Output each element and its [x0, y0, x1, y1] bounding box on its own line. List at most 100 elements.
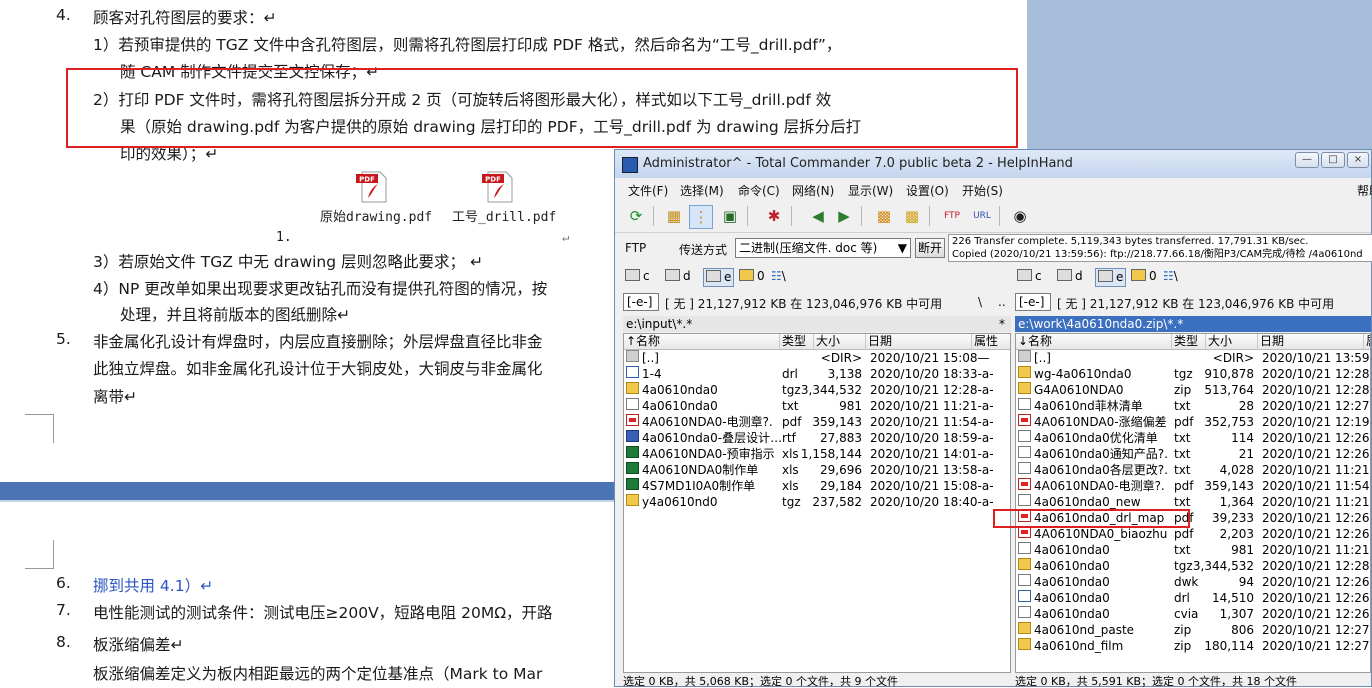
file-icon: [1018, 430, 1031, 442]
file-row[interactable]: y4a0610nd0 tgz 237,582 2020/10/20 18:40-a-: [624, 494, 1010, 510]
up-icon: [626, 350, 639, 362]
left-path-bar[interactable]: e:\input\*.* *: [623, 316, 1011, 332]
column-header: ↑名称 类型 大小 日期 属性: [624, 334, 1010, 350]
title-bar[interactable]: Administrator^ - Total Commander 7.0 pub…: [615, 150, 1371, 178]
file-row[interactable]: 4a0610nda0-叠层设计… rtf 27,883 2020/10/20 18:5…: [624, 430, 1010, 446]
drive-c-button[interactable]: c: [1017, 268, 1042, 285]
file-row[interactable]: 4a0610nd_film zip 180,114 2020/10/21 12:27: [1016, 638, 1370, 654]
file-row[interactable]: 4a0610nda0_new txt 1,364 2020/10/21 11:21: [1016, 494, 1370, 510]
left-drive-select[interactable]: [-e-]: [623, 293, 659, 311]
drive-e-button[interactable]: e: [1095, 268, 1127, 287]
column-type[interactable]: 类型: [1172, 334, 1206, 349]
file-row[interactable]: [..] <DIR> 2020/10/21 13:59: [1016, 350, 1370, 366]
column-name[interactable]: ↓名称: [1016, 334, 1172, 349]
brief-view-icon[interactable]: ▦: [663, 205, 685, 227]
file-row[interactable]: 4a0610nd_paste zip 806 2020/10/21 12:27: [1016, 622, 1370, 638]
file-ext: xls: [782, 463, 799, 477]
file-row[interactable]: 4a0610nda0 tgz 3,344,532 2020/10/21 12:28: [1016, 558, 1370, 574]
file-size: 28: [1238, 399, 1254, 413]
network-drive-button[interactable]: ☷\: [771, 268, 786, 285]
total-commander-window: Administrator^ - Total Commander 7.0 pub…: [614, 149, 1372, 688]
drive-c-button[interactable]: c: [625, 268, 650, 285]
list-number: 8.: [56, 633, 71, 651]
column-date[interactable]: 日期: [1258, 334, 1364, 349]
back-arrow-icon[interactable]: ◀: [807, 205, 829, 227]
ftp-log[interactable]: 226 Transfer complete. 5,119,343 bytes t…: [948, 234, 1372, 262]
file-row[interactable]: 4a0610nda0优化清单 txt 114 2020/10/21 12:26: [1016, 430, 1370, 446]
zip-icon: [1018, 382, 1031, 394]
menu-network[interactable]: 网络(N): [792, 182, 834, 199]
detail-view-icon[interactable]: ⋮: [689, 205, 713, 229]
file-row[interactable]: 4A0610NDA0制作单 xls 29,696 2020/10/21 13:58-a…: [624, 462, 1010, 478]
minimize-button[interactable]: —: [1295, 152, 1319, 168]
column-type[interactable]: 类型: [780, 334, 814, 349]
file-row[interactable]: G4A0610NDA0 zip 513,764 2020/10/21 12:28: [1016, 382, 1370, 398]
file-row[interactable]: 4a0610nda0 txt 981 2020/10/21 11:21: [1016, 542, 1370, 558]
menu-start[interactable]: 开始(S): [962, 182, 1003, 199]
pack-files-icon[interactable]: ▩: [873, 205, 895, 227]
column-attr[interactable]: 属性: [972, 334, 1010, 349]
forward-arrow-icon[interactable]: ▶: [833, 205, 855, 227]
column-size[interactable]: 大小: [1206, 334, 1258, 349]
find-files-icon[interactable]: ◉: [1009, 205, 1031, 227]
file-row[interactable]: 4a0610nd菲林清单 txt 28 2020/10/21 12:27: [1016, 398, 1370, 414]
menu-view[interactable]: 显示(W): [848, 182, 893, 199]
file-row[interactable]: 4A0610NDA0_biaozhu pdf 2,203 2020/10/21 12:…: [1016, 526, 1370, 542]
menu-help[interactable]: 帮助: [1357, 182, 1372, 199]
close-button[interactable]: ×: [1347, 152, 1369, 168]
file-row[interactable]: 4A0610NDA0-电测章?. pdf 359,143 2020/10/21 11:…: [624, 414, 1010, 430]
menu-select[interactable]: 选择(M): [680, 182, 724, 199]
disconnect-button[interactable]: 断开: [915, 238, 945, 258]
right-drive-select[interactable]: [-e-]: [1015, 293, 1051, 311]
file-row[interactable]: 4A0610NDA0-电测章?. pdf 359,143 2020/10/21 11:…: [1016, 478, 1370, 494]
pdf-file-icon[interactable]: PDF: [356, 170, 390, 204]
doc-text-item6: 挪到共用 4.1）↵: [93, 577, 214, 595]
file-row[interactable]: 1-4 drl 3,138 2020/10/20 18:33-a-: [624, 366, 1010, 382]
file-row[interactable]: 4A0610NDA0-预审指示 xls 1,158,144 2020/10/21 14…: [624, 446, 1010, 462]
unpack-files-icon[interactable]: ▩: [901, 205, 923, 227]
menu-file[interactable]: 文件(F): [628, 182, 668, 199]
right-file-panel[interactable]: ↓名称 类型 大小 日期 属性 [..] <DIR> 2020/10/21 13:5…: [1015, 333, 1371, 673]
file-row[interactable]: 4a0610nda0通知产品?. txt 21 2020/10/21 12:26: [1016, 446, 1370, 462]
filter-button[interactable]: *: [999, 316, 1005, 332]
right-path-bar[interactable]: e:\work\4a0610nda0.zip\*.*: [1015, 316, 1371, 332]
file-name: 4a0610nd_paste: [1034, 623, 1135, 637]
drive-e-button[interactable]: e: [703, 268, 735, 287]
rtf-icon: [626, 430, 639, 442]
file-row[interactable]: 4a0610nda0 txt 981 2020/10/21 11:21-a-: [624, 398, 1010, 414]
file-row[interactable]: [..] <DIR> 2020/10/21 15:08—: [624, 350, 1010, 366]
file-row[interactable]: 4A0610NDA0-涨缩偏差 pdf 352,753 2020/10/21 12:1…: [1016, 414, 1370, 430]
file-row[interactable]: wg-4a0610nda0 tgz 910,878 2020/10/21 12:28: [1016, 366, 1370, 382]
column-attr[interactable]: 属性: [1364, 334, 1370, 349]
column-name[interactable]: ↑名称: [624, 334, 780, 349]
file-row[interactable]: 4S7MD1I0A0制作单 xls 29,184 2020/10/21 15:08-a…: [624, 478, 1010, 494]
menu-settings[interactable]: 设置(O): [906, 182, 949, 199]
drive-0-button[interactable]: 0: [1131, 268, 1157, 285]
column-size[interactable]: 大小: [814, 334, 866, 349]
file-row[interactable]: 4a0610nda0各层更改?. txt 4,028 2020/10/21 11:21: [1016, 462, 1370, 478]
pdf-file-icon[interactable]: PDF: [482, 170, 516, 204]
menu-command[interactable]: 命令(C): [738, 182, 780, 199]
file-size: 27,883: [820, 431, 862, 445]
drive-d-button[interactable]: d: [1057, 268, 1083, 285]
maximize-button[interactable]: □: [1321, 152, 1345, 168]
column-date[interactable]: 日期: [866, 334, 972, 349]
transfer-mode-select[interactable]: 二进制(压缩文件. doc 等) ▼: [735, 238, 911, 258]
network-drive-button[interactable]: ☷\: [1163, 268, 1178, 285]
file-row[interactable]: 4a0610nda0 cvia 1,307 2020/10/21 12:26: [1016, 606, 1370, 622]
refresh-icon[interactable]: ⟳: [625, 205, 647, 227]
file-ext: tgz: [1174, 367, 1193, 381]
ftp-connect-icon[interactable]: FTP: [941, 205, 963, 227]
folder-icon: [626, 494, 639, 506]
file-row[interactable]: 4a0610nda0 drl 14,510 2020/10/21 12:26: [1016, 590, 1370, 606]
invert-selection-icon[interactable]: ✱: [763, 205, 785, 227]
left-file-panel[interactable]: ↑名称 类型 大小 日期 属性 [..] <DIR> 2020/10/21 15:0…: [623, 333, 1011, 673]
ftp-url-icon[interactable]: URL: [971, 205, 993, 227]
thumbnail-view-icon[interactable]: ▣: [719, 205, 741, 227]
drive-d-button[interactable]: d: [665, 268, 691, 285]
drive-0-button[interactable]: 0: [739, 268, 765, 285]
file-row[interactable]: 4a0610nda0 dwk 94 2020/10/21 12:26: [1016, 574, 1370, 590]
root-button[interactable]: \: [978, 295, 982, 309]
file-row[interactable]: 4a0610nda0 tgz 3,344,532 2020/10/21 12:28-a…: [624, 382, 1010, 398]
parent-dir-button[interactable]: ..: [998, 295, 1006, 309]
